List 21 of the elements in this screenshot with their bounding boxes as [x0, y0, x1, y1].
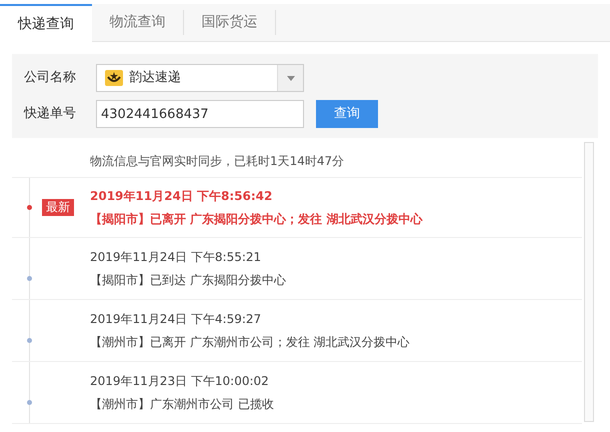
- company-logo-icon: [105, 70, 123, 86]
- select-value: 韵达速递: [129, 69, 182, 88]
- company-select[interactable]: 韵达速递: [96, 64, 304, 92]
- field-label: 快递单号: [24, 105, 77, 124]
- tab[interactable]: 快递查询: [0, 4, 92, 42]
- event-detail: 【揭阳市】已离开 广东揭阳分拨中心；发往 湖北武汉分拨中心: [90, 211, 422, 228]
- event-time: 2019年11月23日 下午10:00:02: [90, 373, 270, 390]
- event-detail: 【揭阳市】已到达 广东揭阳分拨中心: [90, 272, 286, 289]
- caret-icon: [286, 76, 294, 80]
- tab[interactable]: 物流查询: [92, 10, 184, 35]
- event-time: 2019年11月24日 下午8:56:42: [90, 188, 274, 205]
- tracking-number-field[interactable]: 4302441668437: [96, 100, 304, 128]
- event-detail: 【潮州市】广东潮州市公司 已揽收: [90, 396, 274, 413]
- event-detail: 【潮州市】已离开 广东潮州市公司；发往 湖北武汉分拨中心: [90, 334, 410, 351]
- event-time: 2019年11月24日 下午8:55:21: [90, 249, 262, 266]
- sync-note: 物流信息与官网实时同步，已耗时1天14时47分: [90, 152, 344, 170]
- field-label: 公司名称: [24, 69, 77, 88]
- tab[interactable]: 国际货运: [184, 10, 276, 35]
- dropdown-button[interactable]: [277, 65, 303, 91]
- latest-badge: 最新: [42, 199, 74, 216]
- event-time: 2019年11月24日 下午4:59:27: [90, 311, 262, 328]
